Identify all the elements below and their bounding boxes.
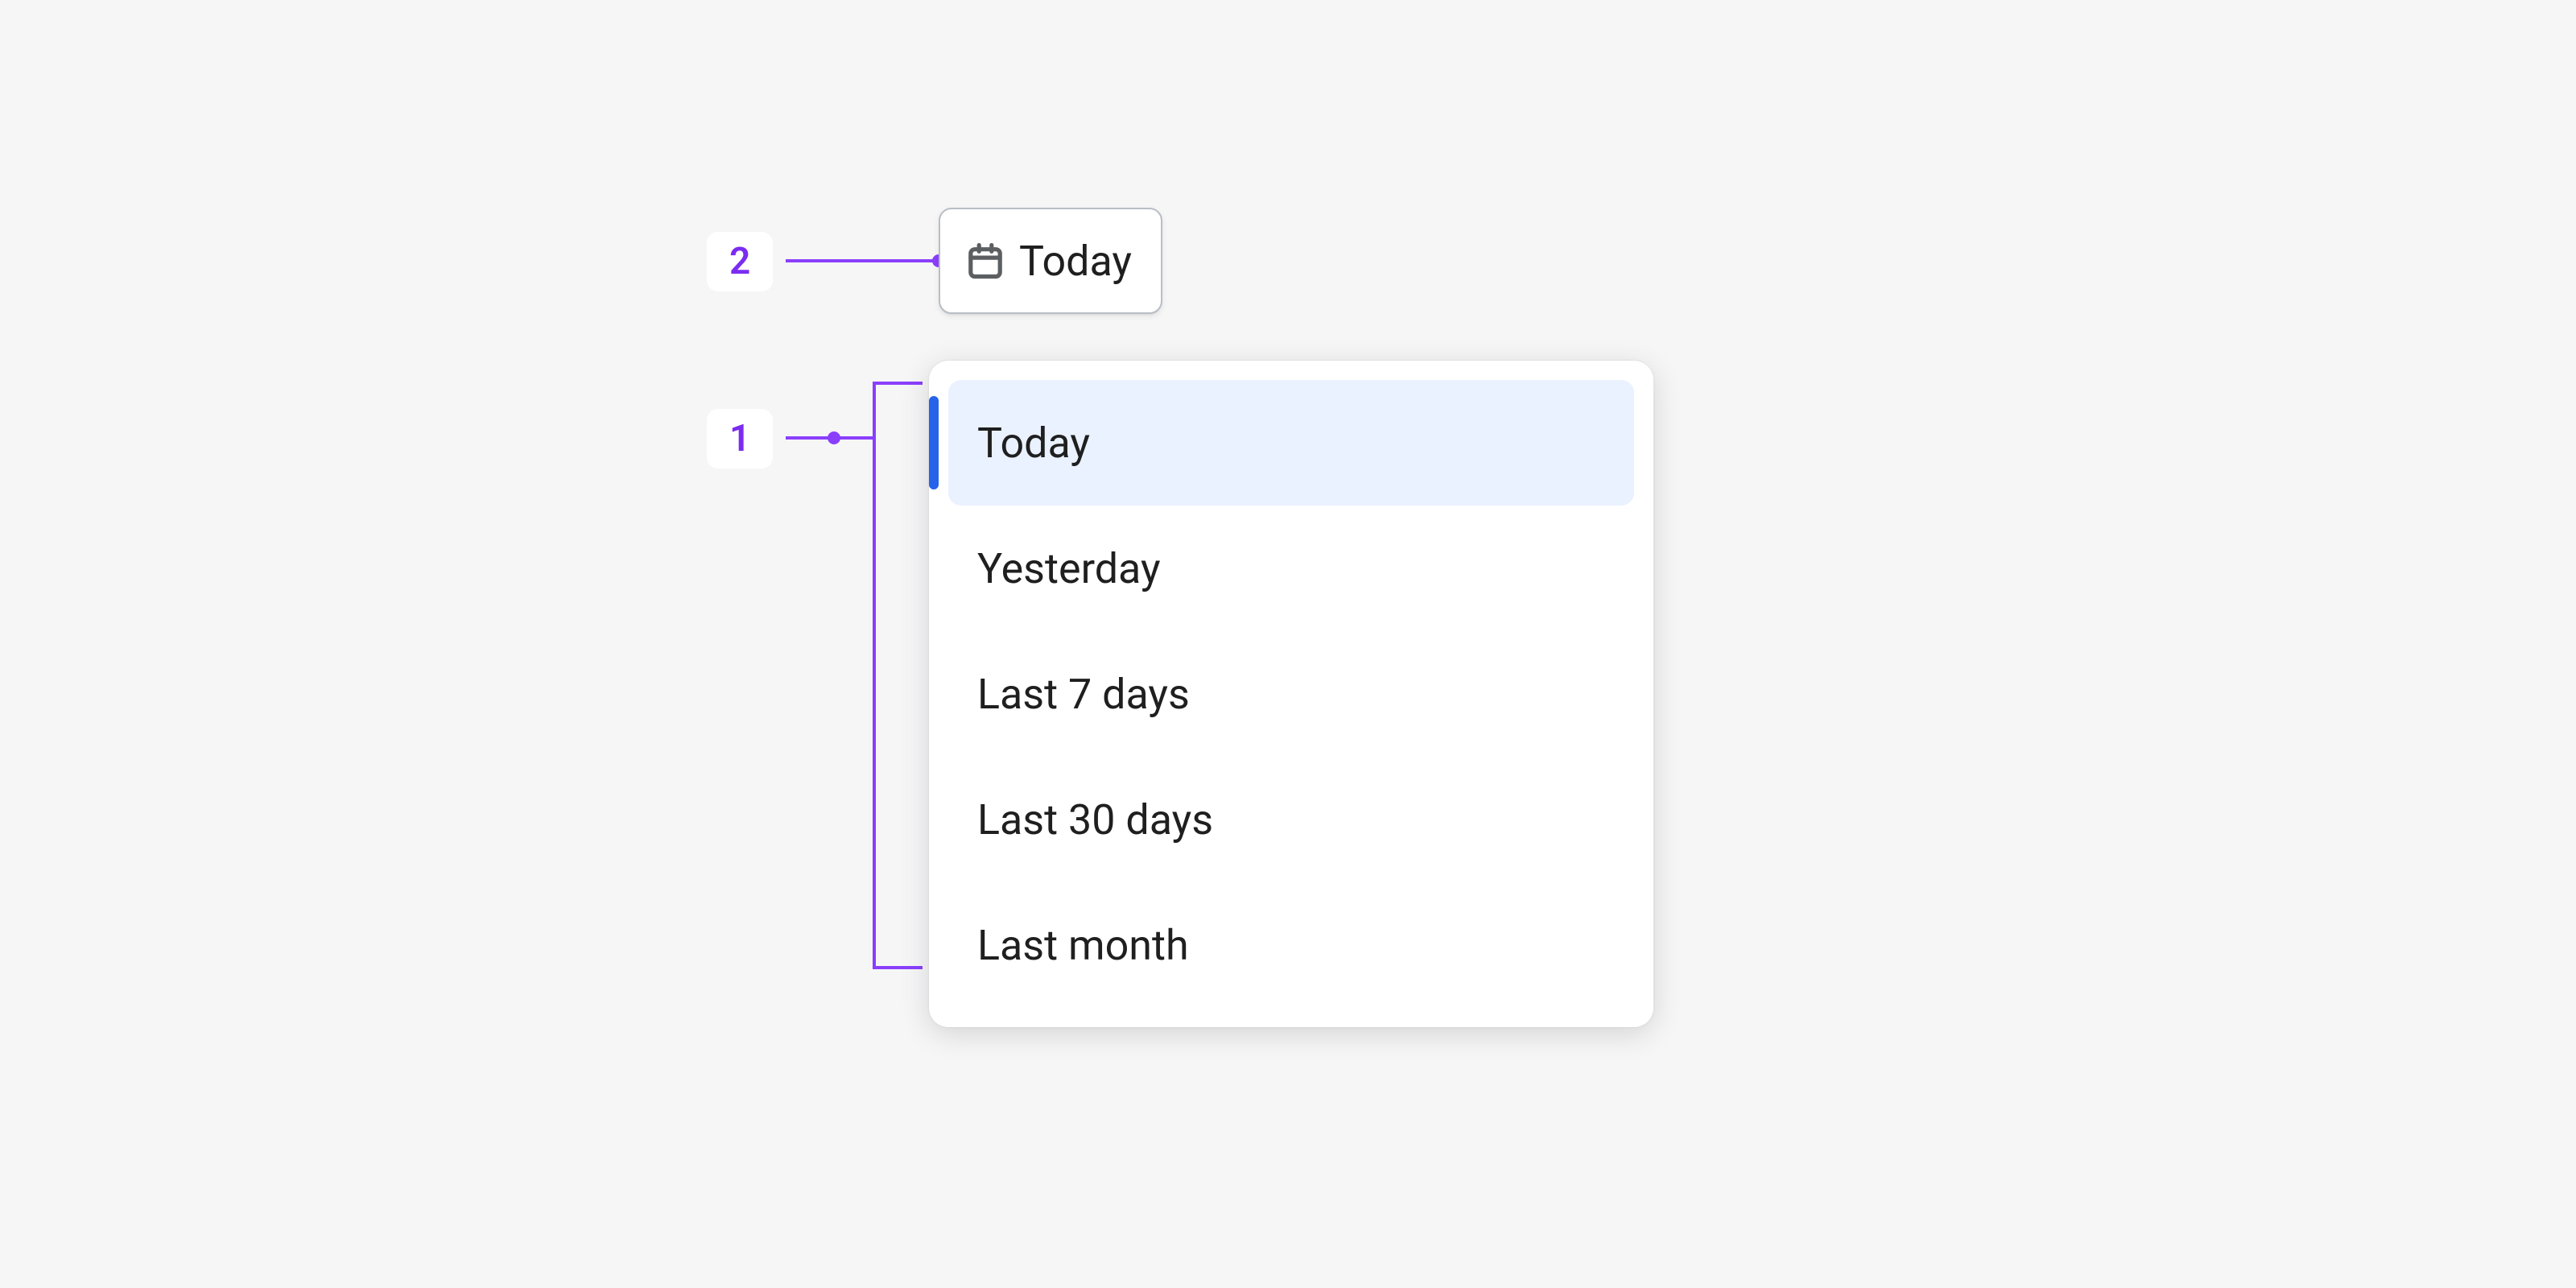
date-range-option-last-7-days[interactable]: Last 7 days: [929, 631, 1653, 757]
option-label: Last 7 days: [977, 670, 1190, 719]
annotation-tick-top-1: [873, 382, 923, 385]
annotation-dot-1: [828, 431, 840, 444]
annotation-trunk-1: [873, 382, 876, 969]
date-range-option-last-30-days[interactable]: Last 30 days: [929, 757, 1653, 882]
annotation-tick-bottom-1: [873, 966, 923, 969]
date-range-activator-label: Today: [1019, 237, 1132, 286]
annotation-badge-1: 1: [707, 409, 773, 469]
annotation-badge-2: 2: [707, 232, 773, 291]
option-label: Today: [977, 419, 1090, 468]
annotation-connector-2: [786, 259, 939, 262]
date-range-option-last-month[interactable]: Last month: [929, 882, 1653, 1008]
calendar-icon: [964, 240, 1006, 282]
option-label: Last 30 days: [977, 795, 1213, 844]
option-label: Last month: [977, 921, 1189, 970]
date-range-listbox: Today Yesterday Last 7 days Last 30 days…: [929, 361, 1653, 1027]
date-range-option-today[interactable]: Today: [948, 380, 1634, 506]
date-range-activator[interactable]: Today: [939, 208, 1162, 314]
option-label: Yesterday: [977, 544, 1161, 593]
date-range-option-yesterday[interactable]: Yesterday: [929, 506, 1653, 631]
